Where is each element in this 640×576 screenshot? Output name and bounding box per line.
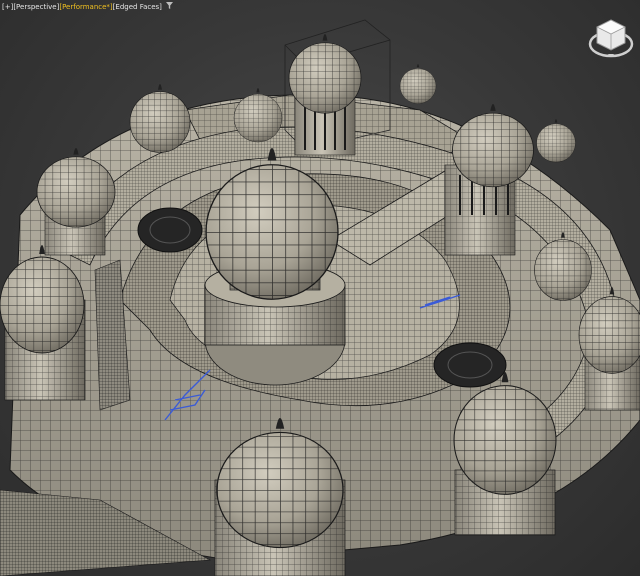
perspective-viewport[interactable]: [+] [Perspective] [Performance*] [Edged … [0, 0, 640, 576]
viewport-shading-menu[interactable]: [Performance*] [59, 1, 112, 13]
filter-icon[interactable] [165, 1, 173, 13]
viewport-view-menu[interactable]: [Perspective] [13, 1, 59, 13]
fountain-right [433, 342, 507, 388]
viewcube-icon[interactable] [588, 14, 634, 58]
scene-render[interactable] [0, 0, 640, 576]
viewport-plus-menu[interactable]: [+] [2, 1, 13, 13]
fountain-left [137, 207, 203, 253]
viewport-edges-menu[interactable]: [Edged Faces] [113, 1, 162, 13]
viewport-label-menu: [+] [Perspective] [Performance*] [Edged … [2, 1, 173, 13]
